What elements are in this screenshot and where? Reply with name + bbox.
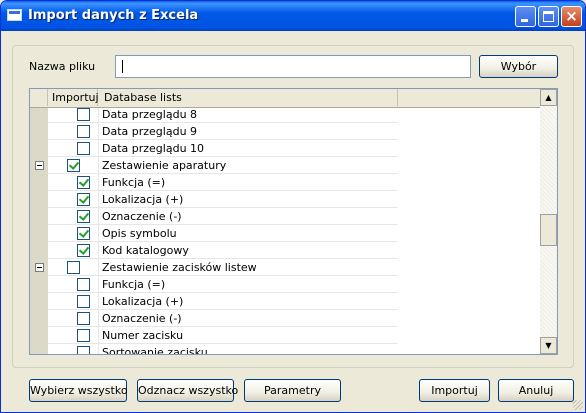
import-checkbox[interactable] (77, 210, 90, 223)
import-checkbox[interactable] (77, 278, 90, 291)
file-name-label: Nazwa pliku (29, 60, 96, 73)
list-item-label: Funkcja (=) (98, 276, 398, 293)
tree-group-row[interactable]: Zestawienie zacisków listew (30, 259, 540, 276)
import-cell (48, 293, 98, 310)
column-header-import[interactable]: Importuj (48, 89, 99, 106)
column-header-database-lists[interactable]: Database lists (98, 89, 398, 106)
import-cell (48, 157, 98, 174)
text-caret (122, 60, 123, 73)
import-checkbox[interactable] (77, 108, 90, 121)
import-cell (48, 225, 98, 242)
import-checkbox[interactable] (77, 312, 90, 325)
arrow-down-icon: ▼ (545, 341, 552, 350)
scroll-thumb[interactable] (540, 214, 557, 246)
select-all-button[interactable]: Wybierz wszystko (29, 379, 128, 402)
resize-grip-icon[interactable] (573, 400, 583, 410)
database-lists-grid[interactable]: Importuj Database lists Data przeglądu 8… (29, 88, 558, 355)
tree-item-row[interactable]: Data przeglądu 9 (30, 123, 540, 140)
tree-item-row[interactable]: Kod katalogowy (30, 242, 540, 259)
parameters-button[interactable]: Parametry (244, 379, 341, 402)
import-checkbox[interactable] (77, 244, 90, 257)
title-bar[interactable]: Import danych z Excela × (1, 1, 585, 31)
tree-group-row[interactable]: Zestawienie aparatury (30, 157, 540, 174)
collapse-icon[interactable] (35, 161, 44, 170)
maximize-button[interactable] (538, 6, 559, 27)
import-checkbox[interactable] (77, 227, 90, 240)
window-title: Import danych z Excela (28, 8, 199, 23)
import-checkbox[interactable] (77, 329, 90, 342)
tree-item-row[interactable]: Data przeglądu 10 (30, 140, 540, 157)
close-icon: × (565, 7, 578, 25)
tree-item-row[interactable]: Oznaczenie (-) (30, 310, 540, 327)
collapse-icon[interactable] (35, 263, 44, 272)
scroll-down-button[interactable]: ▼ (540, 337, 557, 354)
list-item-label: Oznaczenie (-) (98, 310, 398, 327)
import-checkbox[interactable] (77, 142, 90, 155)
list-item-label: Sortowanie zacisku (98, 344, 398, 354)
import-checkbox[interactable] (77, 125, 90, 138)
list-item-label: Zestawienie aparatury (98, 157, 398, 174)
deselect-all-button[interactable]: Odznacz wszystko (137, 379, 238, 402)
list-item-label: Lokalizacja (+) (98, 191, 398, 208)
list-item-label: Kod katalogowy (98, 242, 398, 259)
list-item-label: Opis symbolu (98, 225, 398, 242)
tree-item-row[interactable]: Funkcja (=) (30, 174, 540, 191)
import-cell (48, 174, 98, 191)
file-name-input[interactable] (115, 55, 471, 78)
grid-header: Importuj Database lists (30, 89, 540, 108)
cancel-button[interactable]: Anuluj (498, 379, 574, 402)
list-item-label: Data przeglądu 8 (98, 108, 398, 123)
import-checkbox[interactable] (77, 346, 90, 354)
import-checkbox[interactable] (67, 261, 80, 274)
tree-item-row[interactable]: Lokalizacja (+) (30, 191, 540, 208)
tree-item-row[interactable]: Opis symbolu (30, 225, 540, 242)
import-cell (48, 123, 98, 140)
tree-item-row[interactable]: Lokalizacja (+) (30, 293, 540, 310)
import-cell (48, 310, 98, 327)
import-dialog: Import danych z Excela × Nazwa pliku Wyb… (0, 0, 586, 413)
import-checkbox[interactable] (77, 176, 90, 189)
maximize-icon (543, 11, 554, 22)
list-item-label: Funkcja (=) (98, 174, 398, 191)
import-button[interactable]: Importuj (419, 379, 490, 402)
import-cell (48, 276, 98, 293)
vertical-scrollbar[interactable]: ▲ ▼ (540, 89, 557, 354)
import-cell (48, 140, 98, 157)
close-button[interactable]: × (561, 6, 582, 27)
list-item-label: Numer zacisku (98, 327, 398, 344)
tree-item-row[interactable]: Numer zacisku (30, 327, 540, 344)
list-item-label: Zestawienie zacisków listew (98, 259, 398, 276)
import-cell (48, 344, 98, 354)
minimize-icon (521, 19, 528, 22)
minimize-button[interactable] (515, 6, 536, 27)
scroll-up-button[interactable]: ▲ (540, 89, 557, 106)
import-cell (48, 191, 98, 208)
tree-item-row[interactable]: Sortowanie zacisku (30, 344, 540, 354)
list-item-label: Oznaczenie (-) (98, 208, 398, 225)
tree-item-row[interactable]: Oznaczenie (-) (30, 208, 540, 225)
tree-item-row[interactable]: Data przeglądu 8 (30, 108, 540, 123)
window-icon (7, 9, 22, 21)
import-checkbox[interactable] (77, 193, 90, 206)
import-cell (48, 327, 98, 344)
list-item-label: Lokalizacja (+) (98, 293, 398, 310)
import-cell (48, 208, 98, 225)
import-checkbox[interactable] (77, 295, 90, 308)
arrow-up-icon: ▲ (545, 93, 552, 102)
header-row-selector (30, 89, 48, 106)
import-cell (48, 259, 98, 276)
import-cell (48, 242, 98, 259)
tree-item-row[interactable]: Funkcja (=) (30, 276, 540, 293)
grid-rows: Data przeglądu 8 Data przeglądu 9 Data prz… (30, 108, 540, 354)
list-item-label: Data przeglądu 9 (98, 123, 398, 140)
import-cell (48, 108, 98, 123)
list-item-label: Data przeglądu 10 (98, 140, 398, 157)
browse-button[interactable]: Wybór (479, 55, 558, 78)
import-checkbox[interactable] (67, 159, 80, 172)
